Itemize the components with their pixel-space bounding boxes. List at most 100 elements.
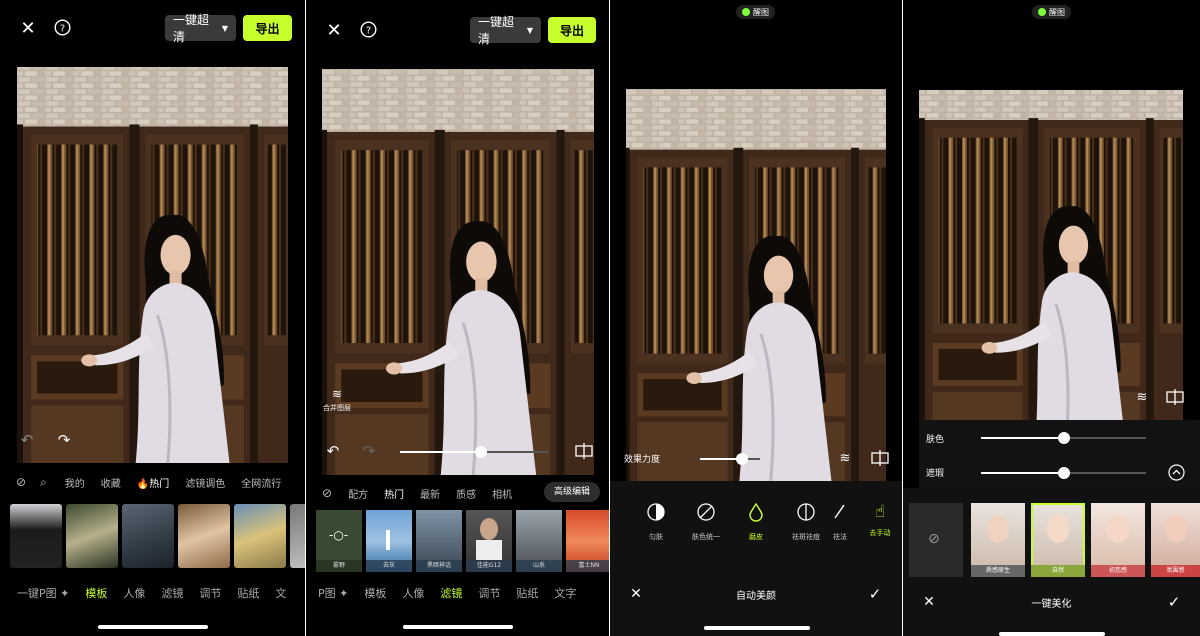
editor-panel-one-tap-beautify: 醒图 ≋ 肤色 遮瑕 ⊘ 质感原生 自然 初恋感 氛围感 ✕ 一键美化 ✓ (903, 0, 1200, 636)
photo-canvas[interactable] (626, 89, 886, 481)
confirm-icon[interactable]: ✓ (1165, 593, 1183, 611)
filter-thumb[interactable]: -○- 雾野 (316, 510, 362, 572)
tool-manual[interactable]: ☝ 去手动 (858, 502, 902, 538)
nav-one-tap-edit[interactable]: 一键P图 ✦ (17, 585, 69, 601)
preset-none[interactable]: ⊘ (909, 503, 963, 577)
portrait-graphic (480, 518, 498, 540)
filter-label: 黑暗神话 (416, 560, 462, 572)
layers-icon[interactable]: ≋ (836, 450, 854, 466)
close-icon[interactable]: ✕ (324, 20, 344, 41)
concealer-label: 遮瑕 (926, 469, 945, 479)
compare-icon[interactable] (1165, 388, 1185, 406)
nav-one-tap-edit[interactable]: P图 ✦ (318, 585, 348, 601)
quality-dropdown[interactable]: 一键超清 ▼ (165, 13, 236, 44)
ban-icon[interactable]: ⊘ (16, 475, 26, 489)
layers-icon: ≋ (331, 387, 343, 401)
chevron-down-icon: ▼ (526, 25, 533, 35)
tool-spot-removal[interactable]: 祛斑祛痘 (784, 502, 828, 542)
nav-adjust[interactable]: 调节 (199, 585, 221, 601)
preset-thumb-selected[interactable]: 自然 (1031, 503, 1085, 577)
nav-filters[interactable]: 滤镜 (161, 585, 183, 601)
slash-circle-icon (697, 503, 715, 521)
chip-mine[interactable]: 我的 (65, 475, 85, 490)
concealer-slider[interactable] (981, 467, 1146, 479)
tool-remove[interactable]: 祛法 (826, 502, 854, 542)
nav-stickers[interactable]: 贴纸 (516, 585, 538, 601)
template-thumb[interactable] (234, 504, 286, 568)
export-button[interactable]: 导出 (243, 15, 292, 41)
help-icon[interactable]: ? (358, 19, 378, 39)
undo-icon[interactable]: ↶ (324, 442, 342, 460)
export-button[interactable]: 导出 (548, 17, 596, 43)
ban-icon[interactable]: ⊘ (322, 486, 332, 500)
watermark-badge: 醒图 (1032, 5, 1071, 19)
photo-canvas[interactable] (919, 90, 1183, 420)
sheet-title: 一键美化 (1031, 599, 1072, 610)
nav-stickers[interactable]: 贴纸 (237, 585, 259, 601)
filter-label: 山系 (516, 560, 562, 572)
help-icon[interactable]: ? (52, 17, 72, 37)
portrait-body (476, 540, 502, 560)
nav-templates[interactable]: 模板 (364, 585, 386, 601)
editor-panel-templates: ✕ ? 一键超清 ▼ 导出 ↶ ↷ ⊘ ⌕ 我的 收藏 🔥热门 滤镜调色 全网流… (0, 0, 305, 636)
merge-layers-button[interactable]: ≋ 合并图层 (312, 388, 362, 413)
template-thumb[interactable] (10, 504, 62, 568)
chip-camera[interactable]: 相机 (492, 486, 512, 501)
filter-thumb[interactable]: 山系 (516, 510, 562, 572)
layers-icon[interactable]: ≋ (1133, 389, 1151, 405)
filter-thumb[interactable]: 去灰 (366, 510, 412, 572)
template-thumb[interactable] (178, 504, 230, 568)
chip-recipes[interactable]: 配方 (348, 486, 368, 501)
chip-favorites[interactable]: 收藏 (101, 475, 121, 490)
slider-knob[interactable] (736, 453, 748, 465)
preset-thumb[interactable]: 氛围感 (1151, 503, 1200, 577)
nav-portrait[interactable]: 人像 (123, 585, 145, 601)
skin-tone-slider[interactable] (981, 432, 1146, 444)
filter-thumb[interactable]: 黑暗神话 (416, 510, 462, 572)
template-thumb[interactable] (122, 504, 174, 568)
template-thumb[interactable] (66, 504, 118, 568)
beauty-strength-slider[interactable] (700, 453, 760, 465)
template-thumb[interactable] (290, 504, 305, 568)
filter-strength-slider[interactable] (400, 446, 548, 458)
watermark-badge: 醒图 (736, 5, 775, 19)
tool-unify-skin[interactable]: 肤色统一 (684, 502, 728, 542)
confirm-icon[interactable]: ✓ (866, 585, 884, 603)
spot-icon (797, 503, 815, 521)
filter-thumb[interactable]: 佳能G12 (466, 510, 512, 572)
nav-templates[interactable]: 模板 (85, 585, 107, 601)
nav-portrait[interactable]: 人像 (402, 585, 424, 601)
slider-knob[interactable] (1057, 467, 1070, 479)
chip-hot[interactable]: 热门 (384, 486, 404, 501)
nav-text[interactable]: 文字 (554, 585, 576, 601)
redo-icon[interactable]: ↷ (360, 442, 378, 460)
search-icon[interactable]: ⌕ (40, 475, 47, 490)
filter-label: 去灰 (366, 560, 412, 572)
compare-icon[interactable] (574, 442, 594, 460)
preset-thumb[interactable]: 质感原生 (971, 503, 1025, 577)
redo-icon[interactable]: ↷ (55, 431, 73, 449)
filter-thumb[interactable]: 富士NN (566, 510, 609, 572)
chip-trending[interactable]: 全网流行 (241, 475, 281, 490)
collapse-icon[interactable] (1167, 463, 1185, 481)
home-indicator (704, 626, 810, 630)
chip-texture[interactable]: 质感 (456, 486, 476, 501)
undo-icon[interactable]: ↶ (18, 431, 36, 449)
chip-newest[interactable]: 最新 (420, 486, 440, 501)
quality-dropdown[interactable]: 一键超清 ▼ (470, 15, 541, 46)
preset-thumb[interactable]: 初恋感 (1091, 503, 1145, 577)
photo-canvas[interactable] (17, 67, 288, 463)
nav-adjust[interactable]: 调节 (478, 585, 500, 601)
editor-panel-auto-beauty: 醒图 效果力度 ≋ 匀肤 肤色统一 磨皮 祛斑祛痘 祛法 ☝ 去手动 ✕ 自动美… (610, 0, 902, 636)
tool-smooth-skin[interactable]: 匀肤 (634, 502, 678, 542)
slider-knob[interactable] (1057, 432, 1070, 444)
photo-canvas[interactable] (322, 69, 594, 475)
close-icon[interactable]: ✕ (18, 18, 38, 39)
nav-text[interactable]: 文 (275, 585, 286, 601)
advanced-edit-button[interactable]: 高级编辑 (544, 482, 600, 502)
chip-hot[interactable]: 🔥热门 (137, 475, 169, 490)
tool-dermabrasion[interactable]: 磨皮 (734, 502, 778, 542)
nav-filters[interactable]: 滤镜 (440, 585, 462, 601)
compare-icon[interactable] (870, 449, 890, 467)
chip-filter-grade[interactable]: 滤镜调色 (185, 475, 225, 490)
